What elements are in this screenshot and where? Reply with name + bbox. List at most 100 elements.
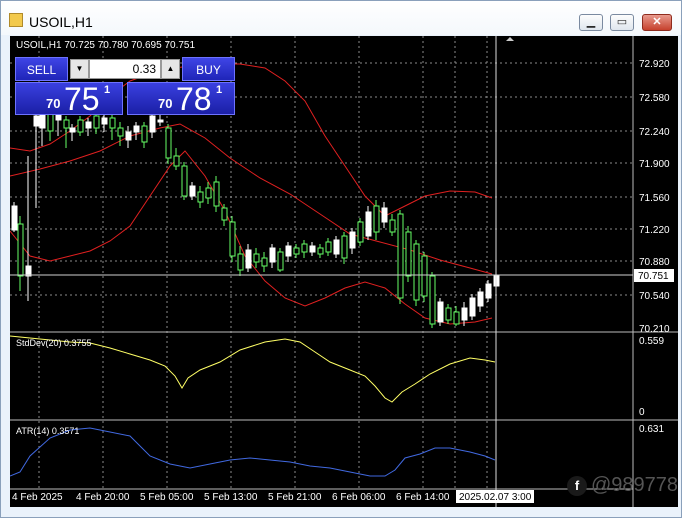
candle-body — [277, 251, 284, 271]
candle-body — [141, 125, 148, 143]
atr-axis-top: 0.631 — [639, 424, 664, 435]
sell-price-fraction: 1 — [104, 84, 111, 96]
candlesticks — [11, 102, 500, 328]
candle-body — [301, 243, 308, 253]
buy-button[interactable]: BUY — [182, 57, 235, 81]
sell-button[interactable]: SELL — [15, 57, 68, 81]
atr-line — [10, 427, 496, 477]
atr-label: ATR(14) 0.3571 — [16, 426, 79, 436]
chevron-up-icon: ▲ — [166, 64, 175, 73]
sell-price-prefix: 70 — [46, 96, 61, 111]
sell-price-pips: 75 — [64, 81, 100, 117]
crosshair-time-label: 2025.02.07 3:00 — [459, 492, 532, 503]
candle-body — [69, 127, 76, 133]
band-line — [10, 150, 493, 325]
candle-body — [165, 127, 172, 159]
candle-body — [133, 125, 140, 133]
time-axis-label: 4 Feb 2025 — [12, 492, 63, 503]
candle-body — [469, 297, 476, 317]
candle-body — [181, 165, 188, 197]
price-axis-label: 71.900 — [639, 159, 670, 170]
candle-body — [11, 205, 18, 231]
candle-body — [17, 223, 24, 277]
candle-body — [429, 275, 436, 325]
candle-body — [461, 307, 468, 321]
candle-body — [253, 253, 260, 263]
candle-body — [237, 253, 244, 271]
candle-body — [85, 121, 92, 129]
candle-body — [213, 181, 220, 207]
candle-body — [293, 247, 300, 255]
price-axis-labels: 72.920 72.580 72.240 71.900 71.560 71.22… — [639, 59, 670, 335]
candle-body — [341, 235, 348, 259]
chevron-down-icon: ▼ — [75, 64, 84, 73]
sell-price-quote[interactable]: 70 75 1 — [15, 81, 123, 117]
close-button[interactable]: ✕ — [642, 14, 672, 31]
indicator-lines — [10, 335, 496, 477]
candle-body — [349, 231, 356, 249]
candle-body — [197, 191, 204, 203]
candle-body — [229, 221, 236, 257]
candle-body — [189, 185, 196, 197]
candle-body — [117, 127, 124, 137]
candle-body — [269, 247, 276, 263]
price-axis-label: 70.540 — [639, 291, 670, 302]
candle-body — [205, 187, 212, 199]
candle-body — [63, 119, 70, 129]
buy-price-fraction: 1 — [216, 84, 223, 96]
maximize-icon: ▭ — [616, 16, 628, 28]
buy-price-pips: 78 — [176, 81, 212, 117]
time-axis-label: 4 Feb 20:00 — [76, 492, 130, 503]
candle-body — [421, 255, 428, 297]
stddev-axis-top: 0.559 — [639, 336, 664, 347]
window-bottom-border — [1, 507, 681, 517]
title-bar[interactable]: USOIL,H1 ▁ ▭ ✕ — [1, 1, 681, 35]
candle-body — [365, 211, 372, 237]
candle-body — [325, 241, 332, 253]
minimize-button[interactable]: ▁ — [579, 14, 603, 31]
candle-body — [453, 311, 460, 325]
app-window: USOIL,H1 ▁ ▭ ✕ USOIL,H1 70.725 70.780 70… — [0, 0, 682, 518]
candle-body — [125, 131, 132, 141]
candle-body — [317, 247, 324, 255]
candle-body — [437, 301, 444, 323]
time-axis-label: 6 Feb 14:00 — [396, 492, 450, 503]
time-axis-label: 5 Feb 13:00 — [204, 492, 258, 503]
close-icon: ✕ — [652, 16, 662, 28]
candle-body — [221, 207, 228, 221]
time-axis-label: 5 Feb 21:00 — [268, 492, 322, 503]
candle-body — [109, 117, 116, 129]
candle-body — [149, 115, 156, 133]
window-title: USOIL,H1 — [29, 14, 93, 30]
lot-size-input[interactable]: 0.33 — [89, 59, 161, 79]
candle-body — [245, 249, 252, 269]
candle-body — [173, 155, 180, 167]
buy-price-quote[interactable]: 70 78 1 — [127, 81, 235, 117]
candle-body — [413, 243, 420, 301]
time-axis-label: 6 Feb 06:00 — [332, 492, 386, 503]
one-click-trading-panel: SELL ▼ 0.33 ▲ BUY 70 75 1 70 78 1 — [15, 57, 236, 117]
candle-body — [389, 219, 396, 233]
candle-body — [261, 257, 268, 267]
chart-shift-marker-icon — [506, 37, 514, 41]
candle-body — [101, 117, 108, 125]
price-axis-label: 72.580 — [639, 93, 670, 104]
candle-body — [485, 283, 492, 299]
lot-decrease-button[interactable]: ▼ — [70, 59, 89, 79]
candle-body — [309, 245, 316, 253]
candle-body — [373, 205, 380, 233]
chart-header: USOIL,H1 70.725 70.780 70.695 70.751 — [16, 40, 195, 51]
candle-body — [157, 119, 164, 123]
maximize-button[interactable]: ▭ — [610, 14, 634, 31]
candle-body — [357, 221, 364, 243]
candle-body — [477, 291, 484, 307]
app-icon — [9, 13, 23, 27]
buy-price-prefix: 70 — [158, 96, 173, 111]
price-axis-label: 71.220 — [639, 225, 670, 236]
brand-logo-icon: f — [567, 476, 587, 496]
price-axis-label: 72.240 — [639, 127, 670, 138]
lot-increase-button[interactable]: ▲ — [161, 59, 180, 79]
watermark-text: @989778 — [591, 474, 679, 496]
candle-body — [405, 231, 412, 277]
price-axis-label: 72.920 — [639, 59, 670, 70]
